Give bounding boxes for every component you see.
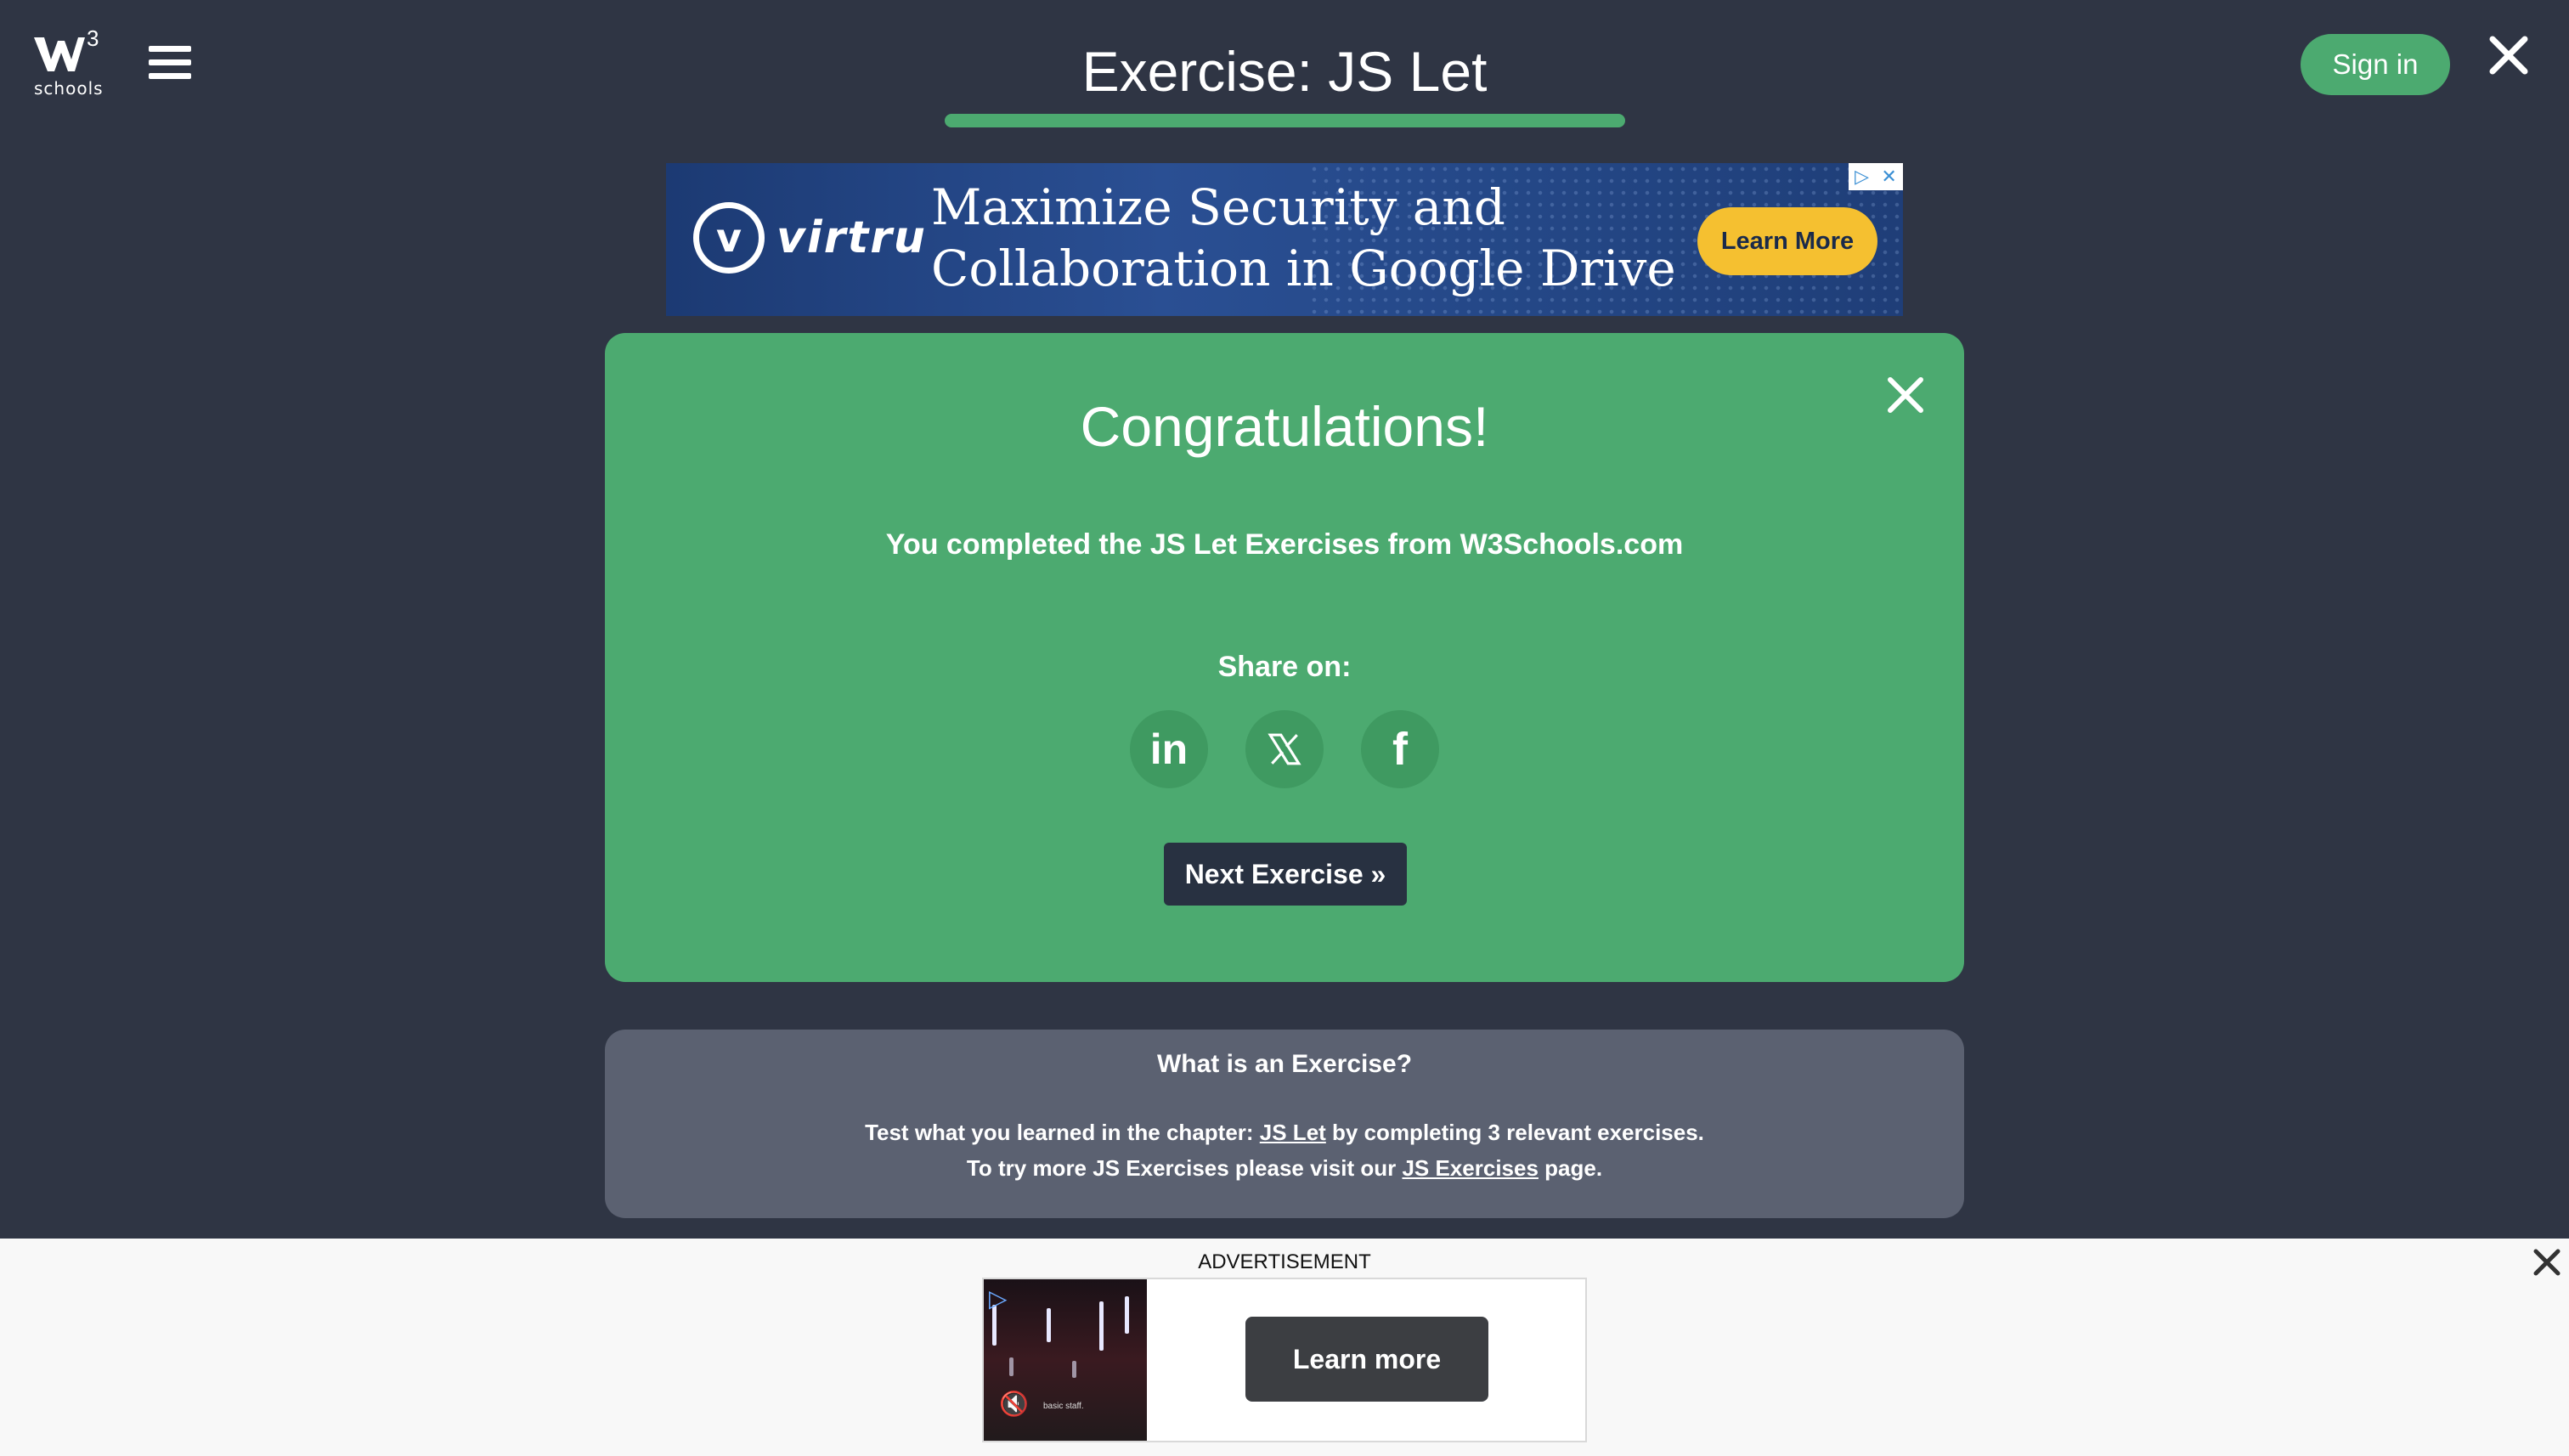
ad-video-thumbnail[interactable]: ▷ 🔇 basic staff. bbox=[984, 1279, 1147, 1441]
info-line-1: Test what you learned in the chapter: JS… bbox=[605, 1120, 1964, 1146]
close-icon[interactable] bbox=[2532, 1247, 2562, 1278]
next-exercise-button[interactable]: Next Exercise » bbox=[1164, 843, 1407, 906]
ad-learn-more-button[interactable]: Learn More bbox=[1697, 207, 1877, 275]
page-title: Exercise: JS Let bbox=[1081, 40, 1488, 103]
sign-in-button[interactable]: Sign in bbox=[2301, 34, 2450, 95]
facebook-icon[interactable]: f bbox=[1361, 710, 1439, 788]
congratulations-panel: Congratulations! You completed the JS Le… bbox=[605, 333, 1964, 982]
ad-headline: Maximize Security and Collaboration in G… bbox=[931, 177, 1676, 299]
ad-headline-line1: Maximize Security and bbox=[931, 178, 1505, 236]
ad-close-icon[interactable]: ✕ bbox=[1881, 166, 1896, 188]
ad-headline-line2: Collaboration in Google Drive bbox=[931, 240, 1676, 297]
share-buttons: in f bbox=[1130, 710, 1439, 788]
virtru-logo-icon: v bbox=[693, 202, 765, 274]
share-label: Share on: bbox=[1217, 651, 1352, 683]
info-title: What is an Exercise? bbox=[1156, 1050, 1413, 1078]
x-twitter-icon[interactable] bbox=[1245, 710, 1324, 788]
js-exercises-link[interactable]: JS Exercises bbox=[1402, 1155, 1538, 1181]
close-icon[interactable] bbox=[2487, 34, 2530, 76]
video-caption: basic staff. bbox=[1043, 1402, 1084, 1411]
congratulations-title: Congratulations! bbox=[1080, 395, 1489, 458]
ad-learn-more-button[interactable]: Learn more bbox=[1245, 1317, 1488, 1402]
exercise-progress-bar bbox=[945, 114, 1625, 127]
js-let-chapter-link[interactable]: JS Let bbox=[1260, 1120, 1326, 1145]
ad-info-icon[interactable]: ▷ bbox=[1855, 166, 1869, 188]
info-line-2-suffix: page. bbox=[1538, 1155, 1603, 1181]
ad-frame[interactable]: ▷ 🔇 basic staff. Learn more bbox=[982, 1278, 1587, 1442]
advertisement-label: ADVERTISEMENT bbox=[1198, 1250, 1371, 1273]
info-line-2-text: To try more JS Exercises please visit ou… bbox=[966, 1155, 1403, 1181]
info-line-1-text: Test what you learned in the chapter: bbox=[865, 1120, 1260, 1145]
mute-icon[interactable]: 🔇 bbox=[999, 1390, 1029, 1418]
completion-message: You completed the JS Let Exercises from … bbox=[885, 528, 1684, 561]
ad-banner[interactable]: v virtru Maximize Security and Collabora… bbox=[666, 163, 1903, 316]
bottom-advertisement: ADVERTISEMENT ▷ 🔇 basic staff. Learn mor… bbox=[0, 1239, 2569, 1456]
linkedin-icon[interactable]: in bbox=[1130, 710, 1208, 788]
exercise-info-panel: What is an Exercise? Test what you learn… bbox=[605, 1030, 1964, 1218]
adchoices-icon[interactable]: ▷ ✕ bbox=[1849, 163, 1903, 190]
info-line-1-suffix: by completing 3 relevant exercises. bbox=[1325, 1120, 1704, 1145]
progress-fill bbox=[945, 114, 1625, 127]
info-line-2: To try more JS Exercises please visit ou… bbox=[605, 1155, 1964, 1182]
adchoices-icon[interactable]: ▷ bbox=[989, 1284, 1008, 1312]
ad-brand: virtru bbox=[776, 212, 927, 263]
